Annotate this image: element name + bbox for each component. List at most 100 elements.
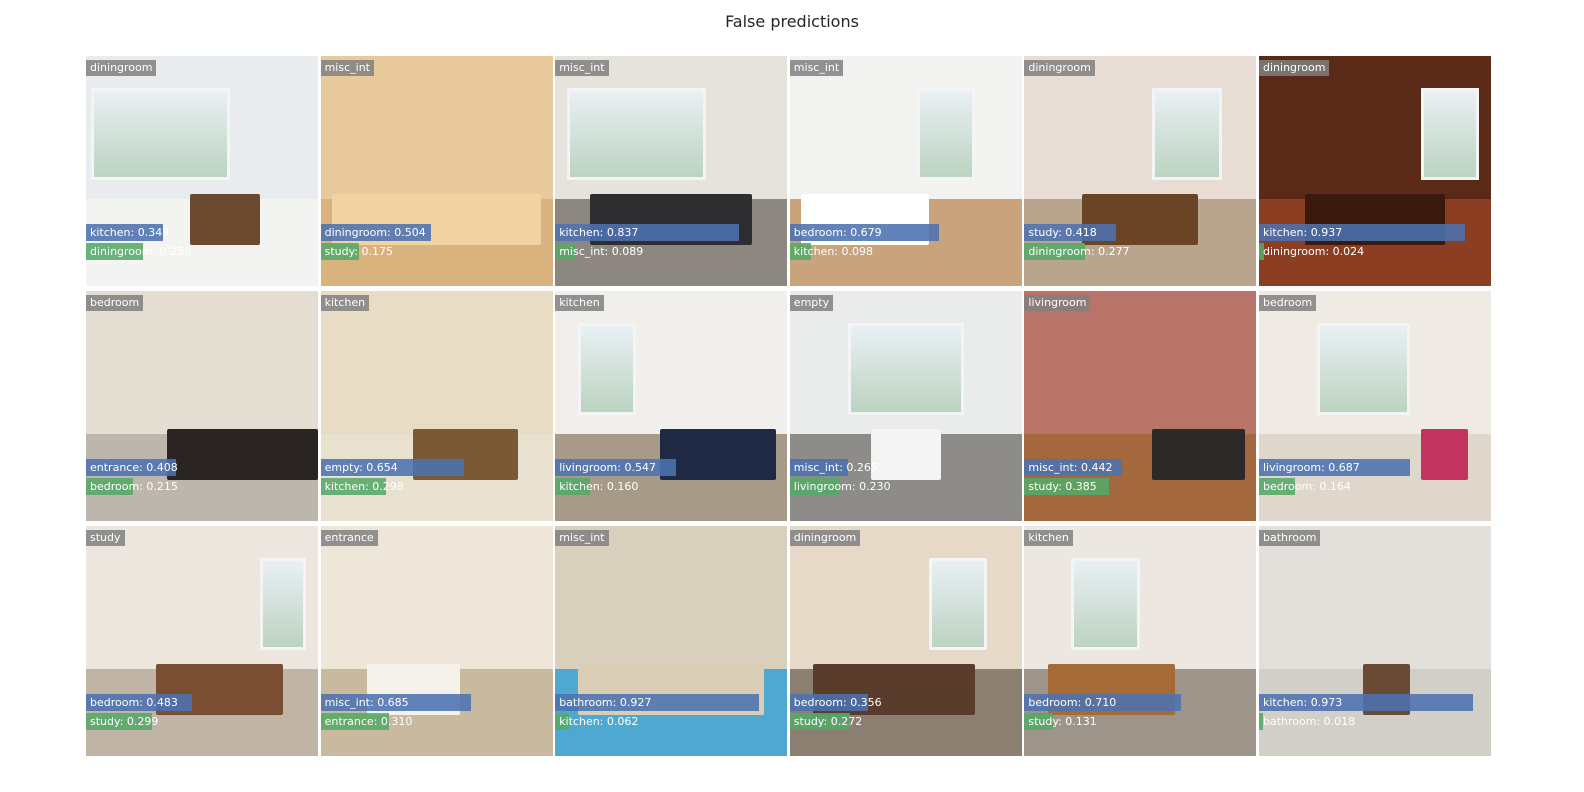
true-label: kitchen (320, 295, 370, 311)
photo-window (847, 323, 964, 416)
true-label: misc_int (789, 60, 844, 76)
true-label: diningroom (789, 530, 861, 546)
first-prediction-text: bedroom: 0.679 (793, 226, 882, 239)
photo-wall (320, 526, 553, 669)
second-prediction-text: kitchen: 0.160 (559, 480, 639, 493)
first-prediction-text: bedroom: 0.483 (90, 696, 178, 709)
second-prediction-text: kitchen: 0.098 (793, 245, 873, 258)
second-prediction-text: entrance: 0.310 (324, 715, 413, 728)
second-prediction-text: bathroom: 0.018 (1263, 715, 1356, 728)
second-prediction-text: study: 0.131 (1028, 715, 1097, 728)
first-prediction-text: kitchen: 0.349 (90, 226, 170, 239)
grid-tile: kitchen bedroom: 0.710 study: 0.131 (1024, 526, 1257, 756)
first-prediction-text: bedroom: 0.710 (1028, 696, 1117, 709)
second-prediction-text: study: 0.175 (324, 245, 393, 258)
true-label: bedroom (1259, 295, 1317, 311)
grid-tile: entrance misc_int: 0.685 entrance: 0.310 (320, 526, 553, 756)
grid-tile: misc_int kitchen: 0.837 misc_int: 0.089 (555, 56, 788, 286)
photo-window (260, 558, 307, 651)
photo-wall (1024, 526, 1257, 669)
second-prediction-text: misc_int: 0.089 (559, 245, 644, 258)
true-label: bathroom (1259, 530, 1321, 546)
second-prediction-text: diningroom: 0.024 (1263, 245, 1365, 258)
second-prediction-text: diningroom: 0.277 (1028, 245, 1130, 258)
photo-wall (789, 56, 1022, 199)
photo-window (566, 88, 706, 181)
chart-title: False predictions (725, 12, 859, 31)
second-prediction-text: bedroom: 0.164 (1263, 480, 1351, 493)
second-prediction-text: study: 0.299 (90, 715, 159, 728)
first-prediction-text: diningroom: 0.504 (324, 226, 426, 239)
first-prediction-text: kitchen: 0.973 (1263, 696, 1343, 709)
photo-furniture (1151, 429, 1245, 480)
true-label: empty (789, 295, 834, 311)
grid-tile: bathroom kitchen: 0.973 bathroom: 0.018 (1259, 526, 1491, 756)
photo-furniture (870, 429, 941, 480)
first-prediction-text: bathroom: 0.927 (559, 696, 652, 709)
grid-tile: misc_int bedroom: 0.679 kitchen: 0.098 (789, 56, 1022, 286)
image-grid: diningroom kitchen: 0.349 diningroom: 0.25… (86, 56, 1491, 756)
grid-tile: diningroom kitchen: 0.937 diningroom: 0.02… (1259, 56, 1491, 286)
true-label: study (86, 530, 125, 546)
photo-wall (555, 526, 788, 669)
photo-furniture (1421, 429, 1468, 480)
true-label: kitchen (555, 295, 604, 311)
photo-window (90, 88, 230, 181)
photo-wall (86, 291, 318, 434)
second-prediction-text: diningroom: 0.258 (90, 245, 192, 258)
grid-tile: diningroom study: 0.418 diningroom: 0.277 (1024, 56, 1257, 286)
photo-window (1070, 558, 1141, 651)
true-label: misc_int (320, 60, 374, 76)
true-label: livingroom (1024, 295, 1091, 311)
photo-window (578, 323, 637, 416)
true-label: bedroom (86, 295, 144, 311)
true-label: diningroom (1259, 60, 1330, 76)
second-prediction-text: livingroom: 0.230 (793, 480, 891, 493)
photo-wall (789, 526, 1022, 669)
photo-furniture (659, 429, 776, 480)
grid-tile: bedroom livingroom: 0.687 bedroom: 0.164 (1259, 291, 1491, 521)
grid-tile: bedroom entrance: 0.408 bedroom: 0.215 (86, 291, 318, 521)
photo-wall (1259, 526, 1491, 669)
photo-window (917, 88, 976, 181)
true-label: misc_int (555, 530, 609, 546)
grid-tile: livingroom misc_int: 0.442 study: 0.385 (1024, 291, 1257, 521)
first-prediction-text: study: 0.418 (1028, 226, 1097, 239)
photo-window (1151, 88, 1222, 181)
photo-wall (1024, 291, 1257, 434)
second-prediction-text: study: 0.385 (1028, 480, 1097, 493)
second-prediction-text: kitchen: 0.062 (559, 715, 639, 728)
photo-window (1421, 88, 1480, 181)
photo-window (1317, 323, 1410, 416)
first-prediction-text: entrance: 0.408 (90, 461, 178, 474)
true-label: diningroom (86, 60, 157, 76)
second-prediction-text: kitchen: 0.298 (324, 480, 404, 493)
true-label: entrance (320, 530, 378, 546)
first-prediction-text: bedroom: 0.356 (793, 696, 882, 709)
photo-furniture (190, 194, 260, 245)
grid-tile: diningroom kitchen: 0.349 diningroom: 0.25… (86, 56, 318, 286)
first-prediction-text: empty: 0.654 (324, 461, 398, 474)
grid-tile: empty misc_int: 0.265 livingroom: 0.230 (789, 291, 1022, 521)
photo-wall (1024, 56, 1257, 199)
true-label: kitchen (1024, 530, 1073, 546)
grid-tile: misc_int bathroom: 0.927 kitchen: 0.062 (555, 526, 788, 756)
first-prediction-text: kitchen: 0.837 (559, 226, 639, 239)
grid-tile: kitchen empty: 0.654 kitchen: 0.298 (320, 291, 553, 521)
photo-wall (320, 56, 553, 199)
first-prediction-text: kitchen: 0.937 (1263, 226, 1343, 239)
true-label: diningroom (1024, 60, 1095, 76)
grid-tile: diningroom bedroom: 0.356 study: 0.272 (789, 526, 1022, 756)
photo-furniture (167, 429, 318, 480)
photo-wall (320, 291, 553, 434)
photo-window (928, 558, 987, 651)
first-prediction-text: livingroom: 0.547 (559, 461, 656, 474)
true-label: misc_int (555, 60, 609, 76)
first-prediction-text: misc_int: 0.685 (324, 696, 409, 709)
second-prediction-text: study: 0.272 (793, 715, 863, 728)
first-prediction-text: livingroom: 0.687 (1263, 461, 1360, 474)
second-prediction-text: bedroom: 0.215 (90, 480, 178, 493)
grid-tile: misc_int diningroom: 0.504 study: 0.175 (320, 56, 553, 286)
first-prediction-text: misc_int: 0.442 (1028, 461, 1113, 474)
grid-tile: kitchen livingroom: 0.547 kitchen: 0.160 (555, 291, 788, 521)
